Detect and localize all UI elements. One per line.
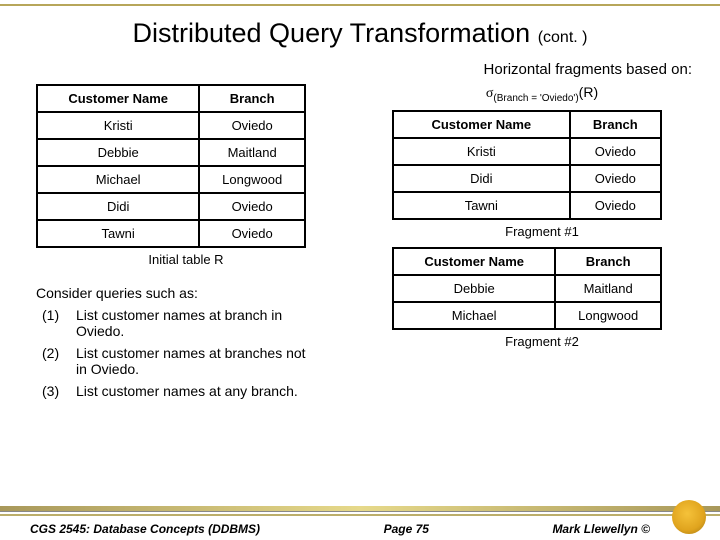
sigma-relation: (R) [579,84,598,100]
query-text: List customer names at branch in Oviedo. [76,307,306,339]
footer-center: Page 75 [384,522,429,536]
col-header: Branch [570,111,661,138]
table-initial-r: Customer Name Branch KristiOviedo Debbie… [36,84,306,248]
query-text: List customer names at branches not in O… [76,345,306,377]
right-column: σ(Branch = 'Oviedo')(R) Customer Name Br… [392,84,692,357]
table-row: Customer Name Branch [393,248,661,275]
ucf-logo-icon [672,500,706,534]
sigma-predicate: (Branch = 'Oviedo') [493,93,578,104]
list-item: (1) List customer names at branch in Ovi… [42,307,336,339]
query-text: List customer names at any branch. [76,383,306,399]
title-suffix: (cont. ) [538,29,588,46]
query-list: (1) List customer names at branch in Ovi… [42,307,336,399]
footer-bar [0,506,720,511]
col-header: Branch [555,248,661,275]
table-row: KristiOviedo [37,112,305,139]
caption-frag1: Fragment #1 [392,224,692,239]
table-row: MichaelLongwood [37,166,305,193]
table-row: DidiOviedo [393,165,661,192]
footer-text: CGS 2545: Database Concepts (DDBMS) Page… [30,522,690,536]
query-num: (3) [42,383,76,399]
table-fragment-1: Customer Name Branch KristiOviedo DidiOv… [392,110,662,220]
table-row: DebbieMaitland [37,139,305,166]
table-row: TawniOviedo [37,220,305,247]
consider-text: Consider queries such as: [36,285,336,301]
col-header: Branch [199,85,305,112]
table-row: Customer Name Branch [37,85,305,112]
col-header: Customer Name [393,248,555,275]
top-rule [0,0,720,10]
footer: CGS 2545: Database Concepts (DDBMS) Page… [0,496,720,540]
footer-right: Mark Llewellyn © [552,522,690,536]
slide-title: Distributed Query Transformation (cont. … [133,18,588,48]
col-header: Customer Name [37,85,199,112]
title-main: Distributed Query Transformation [133,18,531,48]
col-header: Customer Name [393,111,570,138]
table-row: Customer Name Branch [393,111,661,138]
table-row: DebbieMaitland [393,275,661,302]
table-row: KristiOviedo [393,138,661,165]
left-column: Customer Name Branch KristiOviedo Debbie… [36,84,336,405]
list-item: (3) List customer names at any branch. [42,383,336,399]
query-num: (2) [42,345,76,377]
query-num: (1) [42,307,76,339]
table-row: DidiOviedo [37,193,305,220]
subheading: Horizontal fragments based on: [0,55,720,84]
caption-initial: Initial table R [36,252,336,267]
table-row: MichaelLongwood [393,302,661,329]
footer-left: CGS 2545: Database Concepts (DDBMS) [30,522,260,536]
caption-frag2: Fragment #2 [392,334,692,349]
table-row: TawniOviedo [393,192,661,219]
footer-subbar [0,514,720,516]
sigma-expression: σ(Branch = 'Oviedo')(R) [392,84,692,104]
list-item: (2) List customer names at branches not … [42,345,336,377]
table-fragment-2: Customer Name Branch DebbieMaitland Mich… [392,247,662,330]
